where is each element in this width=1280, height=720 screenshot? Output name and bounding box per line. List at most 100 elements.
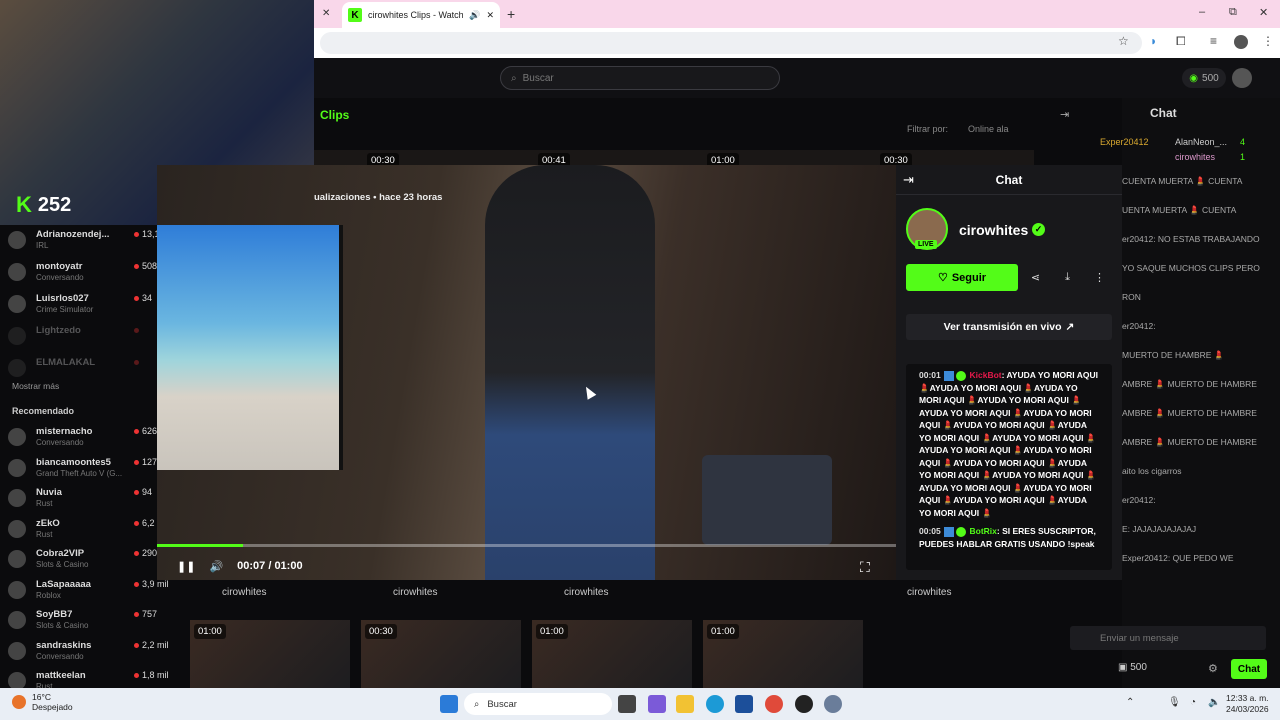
tray-chevron-icon[interactable]: ⌃	[1126, 697, 1134, 708]
tab-close-icon[interactable]: ✕	[486, 10, 494, 21]
watch-live-button[interactable]: Ver transmisión en vivo ↗	[906, 314, 1112, 340]
coins-counter[interactable]: ◉ 500	[1182, 68, 1226, 88]
pause-button[interactable]: ❚❚	[177, 560, 195, 573]
start-icon[interactable]	[440, 695, 458, 713]
sidebar-recommended[interactable]: Cobra2VIP Slots & Casino 290	[8, 548, 158, 580]
channel-name: biancamoontes5	[36, 456, 111, 468]
settings-app-icon[interactable]	[824, 695, 842, 713]
clip-channel-name[interactable]: cirowhites	[564, 587, 608, 598]
bookmark-star-icon[interactable]: ☆	[1118, 34, 1129, 48]
channel-name: Adrianozendej...	[36, 229, 110, 240]
sidebar-recommended[interactable]: misternacho Conversando 626	[8, 426, 158, 458]
clock[interactable]: 12:33 a. m. 24/03/2026	[1226, 693, 1269, 715]
maximize-button[interactable]: ⧉	[1229, 6, 1237, 19]
edge-icon[interactable]	[706, 695, 724, 713]
weather-widget[interactable]: 16°C Despejado	[12, 692, 73, 712]
channel-sub: Grand Theft Auto V (G...	[36, 468, 123, 478]
media-control-icon[interactable]: ≡	[1210, 34, 1217, 48]
clip-channel-name[interactable]: cirowhites	[222, 587, 266, 598]
clip-channel-name[interactable]: cirowhites	[907, 587, 951, 598]
sidebar-channel[interactable]: Lightzedo	[8, 325, 158, 357]
task-view-icon[interactable]	[618, 695, 636, 713]
extensions-puzzle-icon[interactable]: ⧠	[1176, 34, 1186, 49]
channel-sub: Slots & Casino	[36, 621, 89, 630]
sidebar-recommended[interactable]: sandraskins Conversando 2,2 mil	[8, 640, 169, 672]
menu-dots-icon[interactable]: ⋮	[1262, 34, 1274, 48]
sidebar-channel[interactable]: montoyatr Conversando 508	[8, 261, 158, 293]
verified-icon: ✓	[1032, 223, 1045, 236]
watch-live-label: Ver transmisión en vivo	[943, 321, 1062, 333]
share-icon[interactable]: ⋖	[1022, 264, 1049, 291]
site-search-input[interactable]: ⌕ Buscar	[500, 66, 780, 90]
follow-button[interactable]: ♡ Seguir	[906, 264, 1018, 291]
points-value: 500	[1130, 662, 1147, 673]
chat-points: ▣ 500	[1118, 662, 1147, 673]
live-chat-message: aito los cigarros	[1122, 466, 1182, 476]
viewer-count-badge: K 252	[16, 192, 71, 218]
sidebar-recommended[interactable]: Nuvia Rust 94	[8, 487, 158, 519]
video-cooler	[702, 455, 832, 545]
microphone-icon[interactable]: 🎙	[1168, 697, 1181, 708]
volume-icon[interactable]: 🔊	[209, 560, 223, 573]
weather-icon	[12, 695, 26, 709]
sidebar-recommended[interactable]: SoyBB7 Slots & Casino 757	[8, 609, 158, 641]
sidebar-recommended[interactable]: zEkO Rust 6,2 mil	[8, 518, 169, 550]
send-chat-button[interactable]: Chat	[1231, 659, 1267, 679]
store-icon[interactable]	[735, 695, 753, 713]
url-field[interactable]	[320, 32, 1142, 54]
previous-tab-close-icon[interactable]: ✕	[322, 8, 330, 19]
leaderboard-third: cirowhites	[1175, 152, 1216, 162]
sidebar-recommended[interactable]: biancamoontes5 Grand Theft Auto V (G... 12…	[8, 457, 158, 489]
coin-icon: ◉	[1189, 72, 1199, 84]
close-window-button[interactable]: ✕	[1259, 6, 1268, 19]
message-user[interactable]: KickBot	[970, 370, 1002, 380]
fullscreen-icon[interactable]: ⛶	[860, 559, 870, 576]
badge-icon	[944, 526, 955, 537]
extension-icon[interactable]: ◗	[1150, 34, 1157, 48]
channel-count: 757	[134, 609, 157, 619]
collapse-icon[interactable]: ⇥	[903, 172, 914, 188]
channel-sub: Crime Simulator	[36, 305, 94, 314]
live-badge: LIVE	[915, 240, 937, 249]
recommended-heading: Recomendado	[12, 406, 75, 416]
taskbar-search[interactable]: ⌕ Buscar	[464, 693, 612, 715]
collapse-chat-icon[interactable]: ⇥	[1060, 108, 1069, 121]
channel-name[interactable]: cirowhites	[959, 222, 1028, 238]
channel-name: misternacho	[36, 426, 93, 437]
minimize-button[interactable]: –	[1199, 6, 1205, 18]
copilot-icon[interactable]	[648, 695, 666, 713]
channel-avatar	[8, 428, 26, 446]
volume-tray-icon[interactable]: 🔈	[1208, 697, 1220, 708]
profile-avatar[interactable]	[1234, 35, 1248, 49]
channel-count	[134, 325, 142, 335]
chrome-icon[interactable]	[765, 695, 783, 713]
chat-input[interactable]: Enviar un mensaje	[1070, 626, 1266, 650]
channel-count: 290	[134, 548, 157, 558]
file-explorer-icon[interactable]	[676, 695, 694, 713]
user-avatar[interactable]	[1232, 68, 1252, 88]
clip-meta: ualizaciones • hace 23 horas	[314, 192, 443, 203]
sidebar-channel[interactable]: Adrianozendej...IRL13,1 mil	[8, 229, 174, 261]
channel-count: 127	[134, 457, 157, 467]
app-icon[interactable]	[795, 695, 813, 713]
channel-avatar	[8, 359, 26, 377]
clock-time: 12:33 a. m.	[1226, 693, 1269, 703]
show-more-link[interactable]: Mostrar más	[12, 381, 59, 391]
sidebar-channel[interactable]: Luisrlos027 Crime Simulator 34	[8, 293, 158, 325]
sidebar-recommended[interactable]: LaSapaaaaa Roblox 3,9 mil	[8, 579, 169, 611]
settings-gear-icon[interactable]: ⚙	[1208, 662, 1218, 675]
progress-track[interactable]	[157, 544, 896, 547]
more-options-icon[interactable]: ⋮	[1086, 264, 1113, 291]
channel-count: 3,9 mil	[134, 579, 169, 589]
channel-name: Luisrlos027	[36, 293, 89, 304]
active-tab[interactable]: K cirowhites Clips - Watch Li 🔊 ✕	[342, 2, 500, 28]
new-tab-button[interactable]: +	[507, 6, 515, 22]
wifi-icon[interactable]: ◔	[1190, 697, 1196, 708]
clip-channel-name[interactable]: cirowhites	[393, 587, 437, 598]
message-user[interactable]: BotRix	[970, 526, 997, 536]
speaker-icon[interactable]: 🔊	[469, 10, 480, 21]
panel-title: Chat	[896, 165, 1122, 195]
player-controls: ❚❚ 🔊 00:07 / 01:00	[157, 552, 896, 580]
download-icon[interactable]: ⤓	[1054, 264, 1081, 291]
filter-dropdown[interactable]: Online ala	[968, 124, 1009, 134]
